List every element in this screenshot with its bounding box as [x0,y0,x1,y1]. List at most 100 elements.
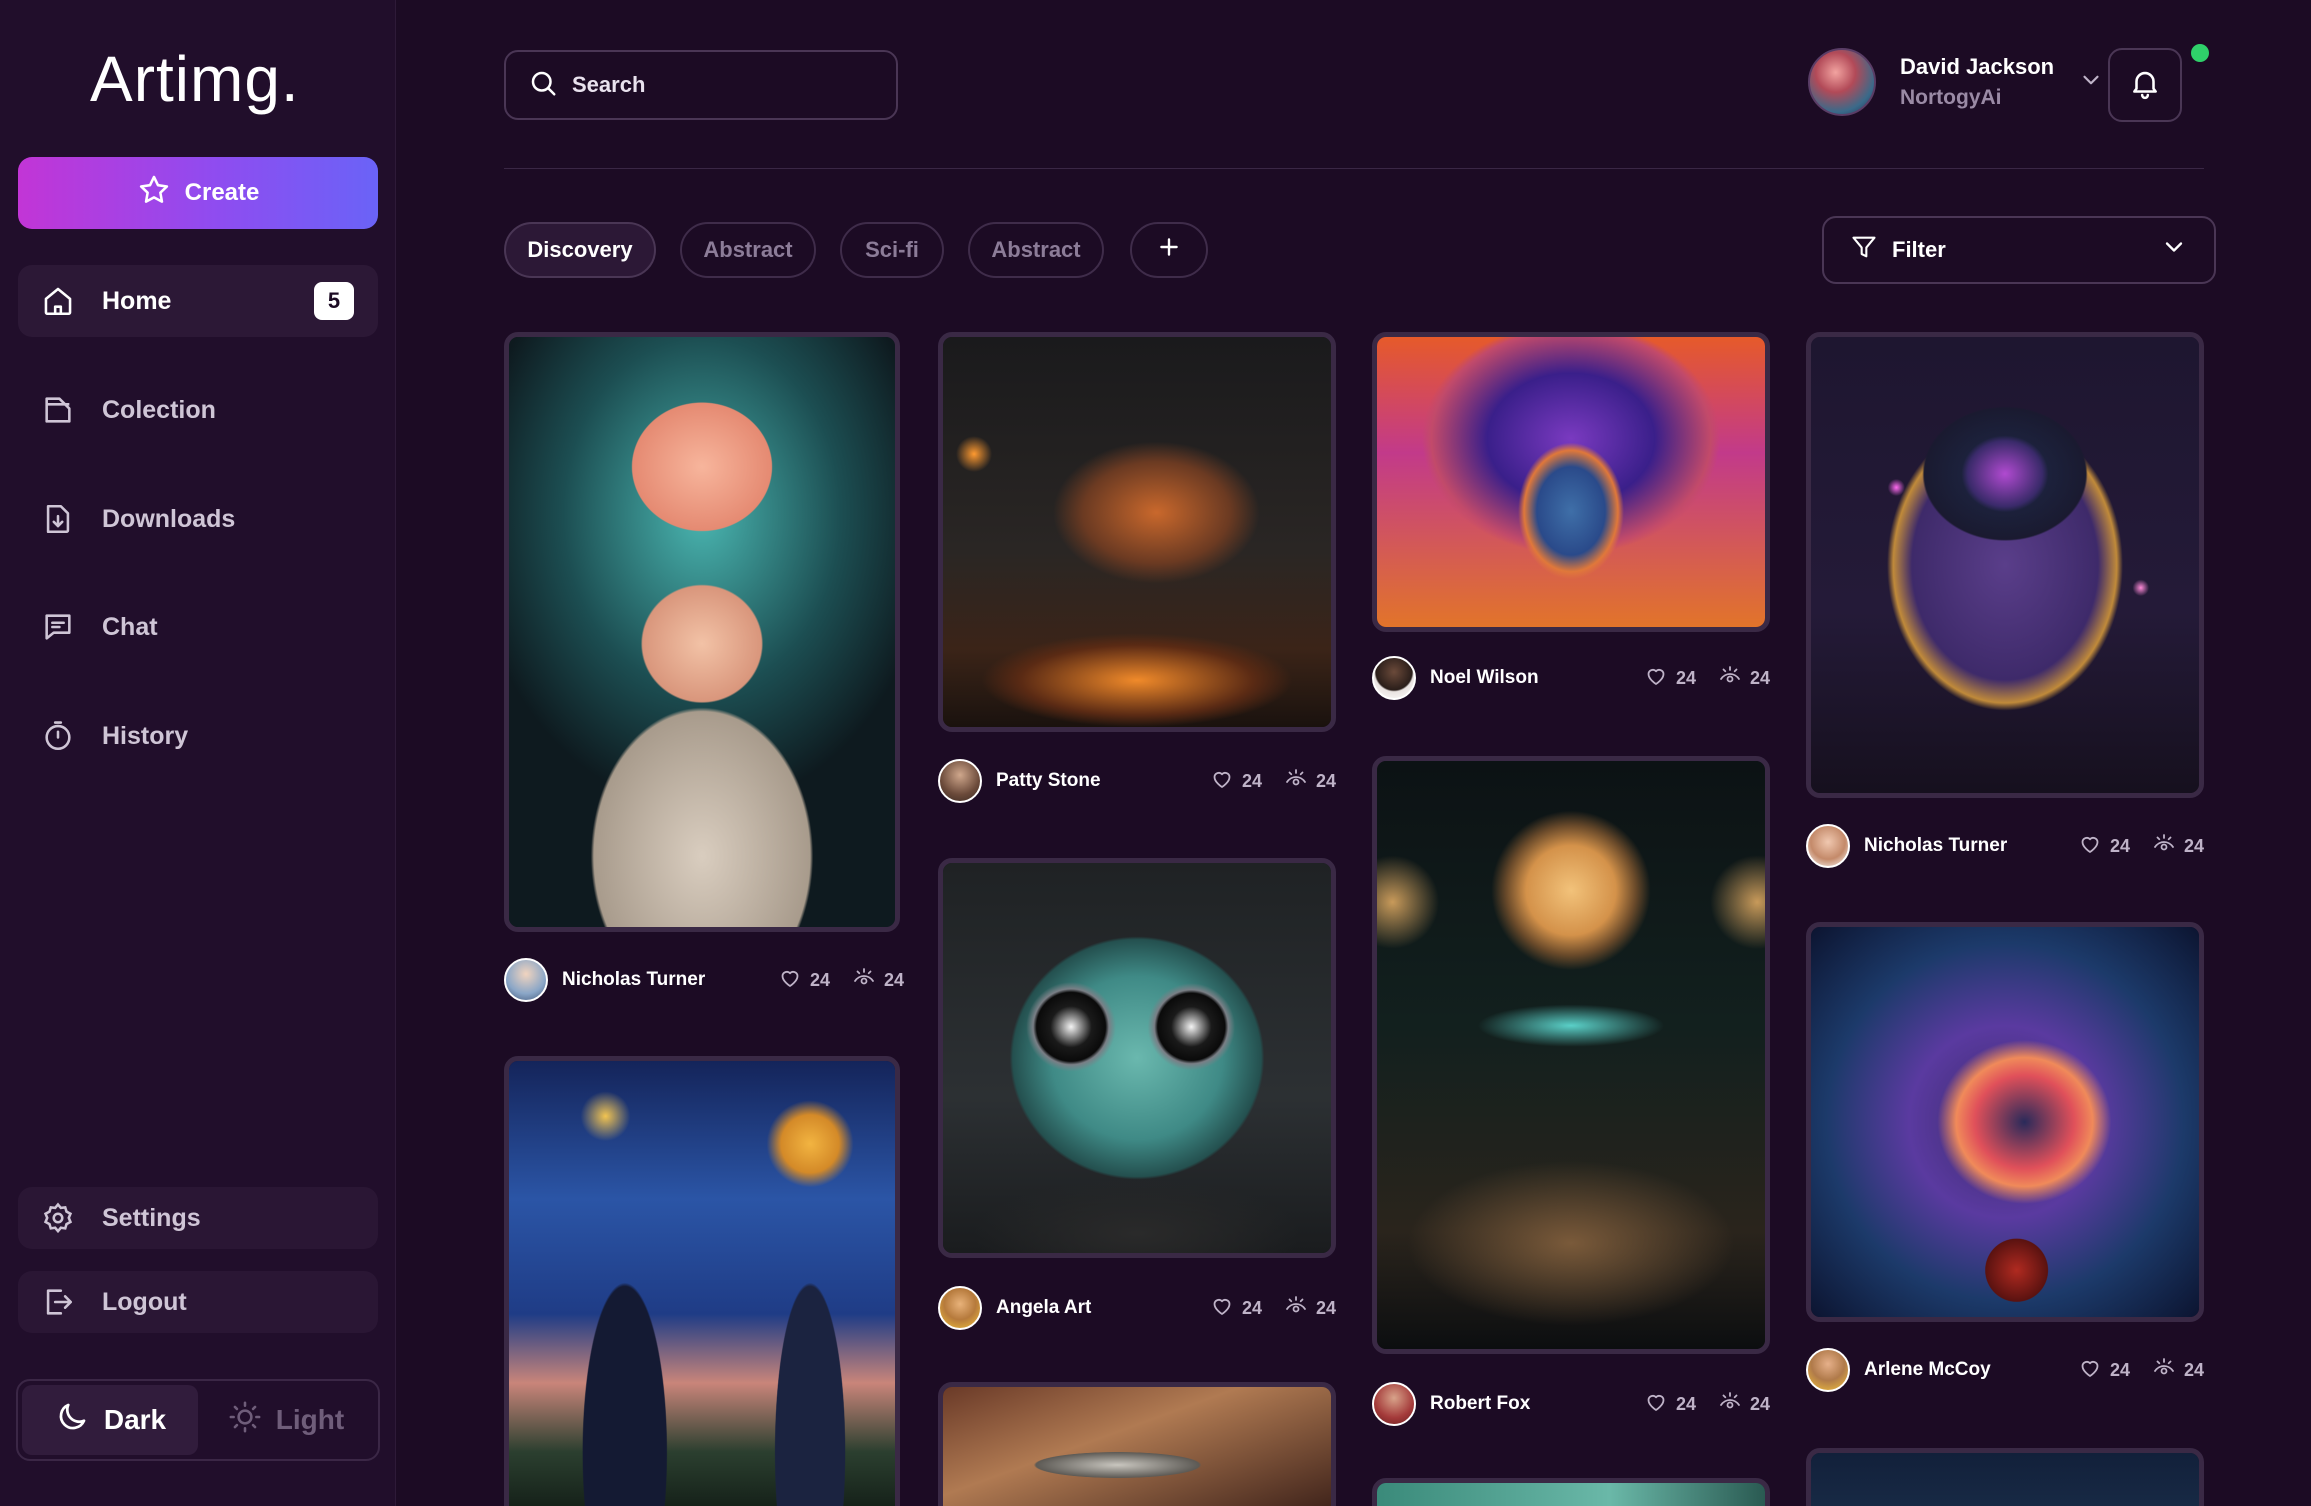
card-stats: 24 24 [1210,767,1336,796]
artwork-card[interactable] [938,858,1336,1258]
theme-dark-button[interactable]: Dark [22,1385,198,1455]
notification-badge: 5 [314,282,354,320]
like-count: 24 [2109,1359,2130,1380]
logout-icon [40,1284,76,1320]
heart-icon [778,966,802,995]
theme-light-button[interactable]: Light [198,1385,374,1455]
eye-icon [2152,832,2176,861]
moon-icon [54,1399,90,1442]
theme-light-label: Light [275,1404,345,1435]
like-count: 24 [1241,770,1262,791]
theme-toggle: Dark Light [16,1379,380,1461]
chat-icon [40,609,76,645]
sidebar: Artimg. Create Home 5 Colection Download… [0,0,396,1506]
like-button[interactable]: 24 [1210,1294,1262,1323]
avatar [1806,1348,1850,1392]
like-button[interactable]: 24 [1644,1390,1696,1419]
search-input[interactable] [572,72,872,98]
avatar [938,1286,982,1330]
add-tag-button[interactable] [1130,222,1208,278]
author-name: Nicholas Turner [562,969,706,990]
views-stat: 24 [1284,1294,1336,1323]
view-count: 24 [1315,1297,1336,1318]
create-label: Create [184,179,260,206]
artwork-image [1811,927,2199,1317]
create-button[interactable]: Create [18,157,378,229]
sidebar-item-downloads[interactable]: Downloads [18,483,378,555]
heart-icon [1210,767,1234,796]
theme-dark-label: Dark [103,1404,167,1435]
tag-abstract[interactable]: Abstract [680,222,816,278]
view-count: 24 [1749,1393,1770,1414]
sidebar-item-chat[interactable]: Chat [18,591,378,663]
artwork-image [943,337,1331,727]
download-icon [40,501,76,537]
tag-sci-fi[interactable]: Sci-fi [840,222,944,278]
avatar [504,958,548,1002]
artwork-image [1811,1453,2199,1506]
card-meta: Nicholas Turner 24 24 [1806,822,2204,870]
views-stat: 24 [852,966,904,995]
artwork-card[interactable] [1372,332,1770,632]
sidebar-item-home[interactable]: Home 5 [18,265,378,337]
views-stat: 24 [1718,1390,1770,1419]
artwork-image [1377,337,1765,627]
card-meta: Angela Art 24 24 [938,1284,1336,1332]
sun-icon [228,1400,262,1441]
author-name: Patty Stone [996,770,1101,791]
sidebar-item-history[interactable]: History [18,700,378,772]
like-button[interactable]: 24 [1210,767,1262,796]
views-stat: 24 [1718,664,1770,693]
like-button[interactable]: 24 [2078,832,2130,861]
tag-discovery[interactable]: Discovery [504,222,656,278]
views-stat: 24 [2152,832,2204,861]
sidebar-item-collection[interactable]: Colection [18,374,378,446]
sidebar-item-logout[interactable]: Logout [18,1271,378,1333]
like-count: 24 [809,969,830,990]
card-meta: Noel Wilson 24 24 [1372,654,1770,702]
card-meta: Robert Fox 24 24 [1372,1380,1770,1428]
avatar [1808,48,1876,116]
artwork-image [943,863,1331,1253]
author-name: Noel Wilson [1430,667,1539,688]
artwork-card[interactable] [504,1056,900,1506]
artwork-card[interactable] [1372,1478,1770,1506]
like-count: 24 [1241,1297,1262,1318]
tag-abstract-2[interactable]: Abstract [968,222,1104,278]
artwork-card[interactable] [504,332,900,932]
chevron-down-icon [2160,233,2188,267]
filter-dropdown[interactable]: Filter [1822,216,2216,284]
artwork-card[interactable] [1806,922,2204,1322]
view-count: 24 [1315,770,1336,791]
artwork-card[interactable] [1372,756,1770,1354]
like-button[interactable]: 24 [778,966,830,995]
artwork-card[interactable] [1806,1448,2204,1506]
heart-icon [2078,832,2102,861]
user-menu[interactable]: David Jackson NortogyAi [1808,48,2104,116]
artwork-card[interactable] [1806,332,2204,798]
app-root: Artimg. Create Home 5 Colection Download… [0,0,2311,1506]
card-stats: 24 24 [1644,1390,1770,1419]
artwork-card[interactable] [938,1382,1336,1506]
eye-icon [2152,1356,2176,1385]
chevron-down-icon [2078,67,2104,98]
eye-icon [1284,767,1308,796]
filter-icon [1850,233,1878,267]
star-icon [137,173,171,214]
views-stat: 24 [1284,767,1336,796]
artwork-image [1811,337,2199,793]
view-count: 24 [2183,1359,2204,1380]
artwork-image [1377,1483,1765,1506]
filter-label: Filter [1892,237,1946,262]
sidebar-item-label: History [102,721,189,750]
view-count: 24 [883,969,904,990]
like-button[interactable]: 24 [2078,1356,2130,1385]
artwork-card[interactable] [938,332,1336,732]
like-count: 24 [1675,1393,1696,1414]
gear-icon [40,1200,76,1236]
sidebar-item-settings[interactable]: Settings [18,1187,378,1249]
card-stats: 24 24 [2078,832,2204,861]
card-stats: 24 24 [1210,1294,1336,1323]
notifications-button[interactable] [2108,48,2182,122]
like-button[interactable]: 24 [1644,664,1696,693]
